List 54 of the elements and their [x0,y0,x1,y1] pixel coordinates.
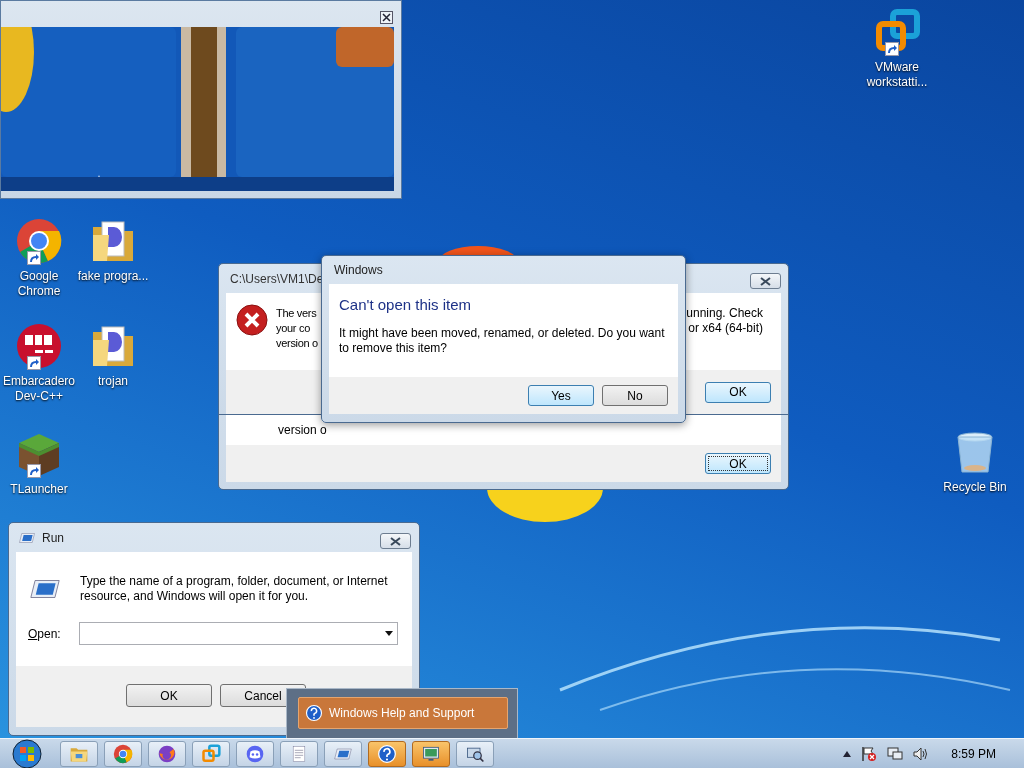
error-message: or x64 (64-bit) [687,321,763,336]
ok-button[interactable]: OK [705,453,771,474]
help-icon [377,743,397,764]
dropdown-arrow-icon[interactable] [385,631,393,636]
taskbar-button[interactable] [60,740,98,767]
start-button[interactable] [10,738,44,768]
window-title: Run [42,529,64,547]
taskbar-button[interactable] [324,740,362,767]
network-icon[interactable] [887,745,904,762]
discord-icon [245,743,265,764]
no-button[interactable]: No [602,385,668,406]
desktop-icon-label[interactable]: fake progra... [77,269,149,284]
window-title: C:\Users\VM1\De [230,270,324,288]
volume-icon[interactable] [913,745,930,762]
desktop-icon-label[interactable]: Embarcadero Dev-C++ [0,374,79,404]
close-icon [760,276,771,286]
open-label: Open: [28,625,62,643]
firefox-icon [157,743,177,764]
flag-icon[interactable] [861,745,878,762]
close-icon [390,536,401,546]
close-icon[interactable] [380,11,393,24]
error-message: version o [276,336,318,351]
taskbar-button[interactable] [236,740,274,767]
close-button[interactable] [750,273,781,289]
ok-button[interactable]: OK [705,381,771,403]
dialog-heading: Can't open this item [339,296,473,314]
window-title: Windows [334,262,383,279]
desktop-icon-label[interactable]: Recycle Bin [943,480,1007,495]
taskbar-button[interactable] [368,740,406,767]
error-message: version o [278,423,327,437]
help-icon [305,704,323,722]
error-icon [236,304,268,336]
chrome-icon [113,743,133,764]
desktop-icon-label[interactable]: trojan [98,374,128,389]
taskbar-button[interactable] [280,740,318,767]
overlapping-squares-icon [201,743,221,764]
desktop-icon-label[interactable]: TLauncher [10,482,68,497]
error-message: The vers [276,306,318,321]
error-message: your co [276,321,311,336]
dialog-message: It might have been moved, renamed, or deleted. Do you want to remove this item? [339,326,666,356]
close-button[interactable] [380,533,411,549]
error-message: unning. Check [686,306,763,321]
taskbar-button[interactable] [456,740,494,767]
desktop-icon-label[interactable]: Google Chrome [0,269,79,299]
yes-button[interactable]: Yes [528,385,594,406]
desktop-icon-label[interactable]: VMware workstatti... [857,60,937,90]
taskbar-button[interactable] [192,740,230,767]
taskbar-button[interactable] [412,740,450,767]
clock[interactable]: 8:59 PM [951,744,996,763]
taskbar-button[interactable] [104,740,142,767]
run-description: Type the name of a program, folder, document, or Internet resource, and Windows will open it for you. [80,573,389,605]
ok-button[interactable]: OK [126,684,212,707]
taskbar-button[interactable] [148,740,186,767]
show-hidden-icons-icon[interactable] [843,750,852,757]
